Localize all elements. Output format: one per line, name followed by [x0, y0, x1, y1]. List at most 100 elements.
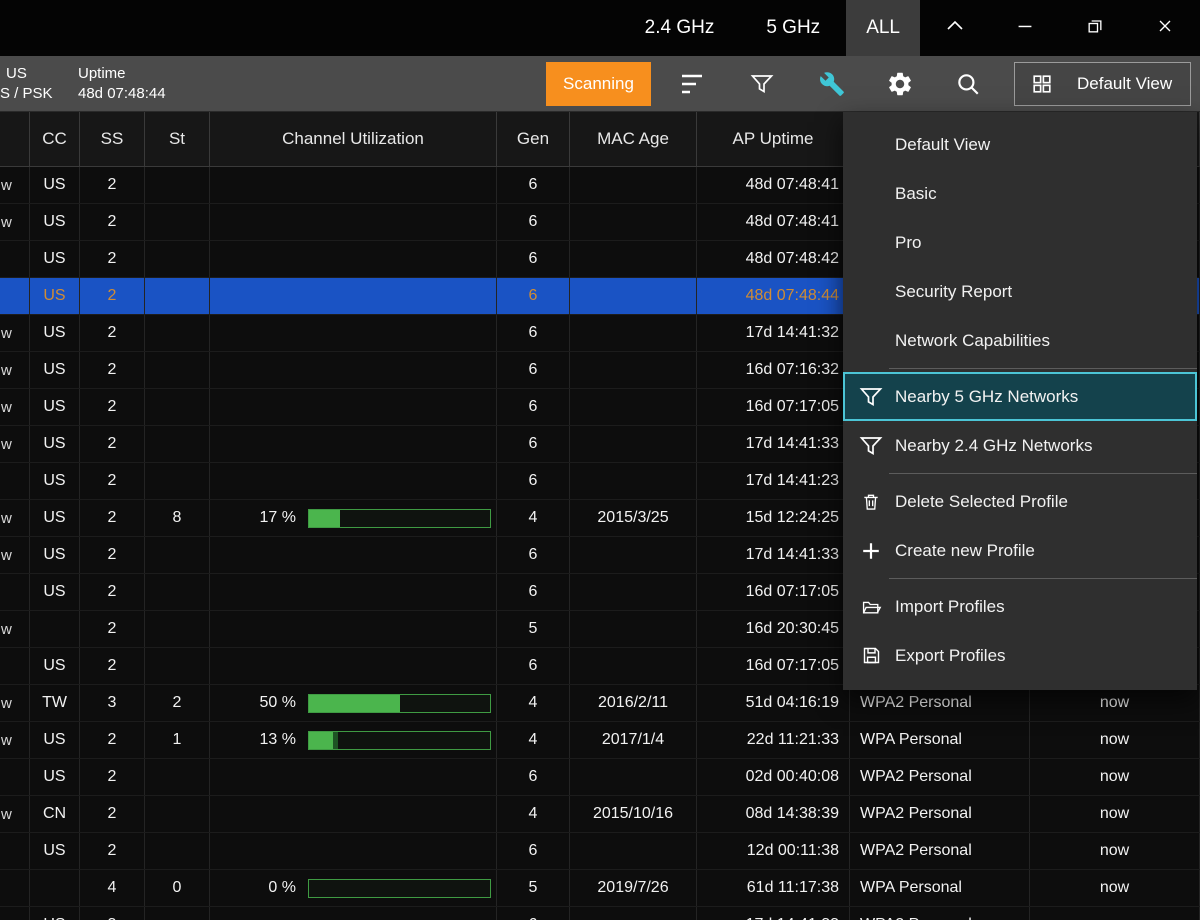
cell-util: 13 % — [210, 722, 497, 758]
cell-util: 0 % — [210, 870, 497, 906]
cell-uptime: 16d 07:16:32 — [697, 352, 850, 388]
table-row[interactable]: wUS2113 %42017/1/422d 11:21:33WPA Person… — [0, 722, 1200, 759]
cell-cc — [30, 870, 80, 906]
chevron-up-icon — [943, 14, 967, 43]
cell-edge — [0, 907, 30, 920]
cell-util — [210, 352, 497, 388]
cell-ss: 2 — [80, 389, 145, 425]
cell-util: 50 % — [210, 685, 497, 721]
menu-item-delete-selected-profile[interactable]: Delete Selected Profile — [843, 477, 1197, 526]
restore-button[interactable] — [1060, 0, 1130, 56]
scanning-button[interactable]: Scanning — [546, 62, 651, 106]
collapse-ribbon-button[interactable] — [920, 0, 990, 56]
cell-ss: 2 — [80, 352, 145, 388]
cell-mac — [570, 537, 697, 573]
column-header-gen[interactable]: Gen — [497, 112, 570, 166]
table-row[interactable]: US2602d 00:40:08WPA2 Personalnow — [0, 759, 1200, 796]
menu-item-nearby-5-ghz-networks[interactable]: Nearby 5 GHz Networks — [843, 372, 1197, 421]
band-5ghz[interactable]: 5 GHz — [740, 0, 846, 56]
cell-edge: w — [0, 167, 30, 203]
folder-icon — [857, 594, 885, 620]
app-window: 2.4 GHz 5 GHz ALL US S / PSK Uptime 48d … — [0, 0, 1200, 920]
cell-st: 0 — [145, 870, 210, 906]
cell-ss: 2 — [80, 648, 145, 684]
minimize-button[interactable] — [990, 0, 1060, 56]
utilization-bar — [308, 731, 491, 750]
column-header-cc[interactable]: CC — [30, 112, 80, 166]
network-info-line1: US — [0, 64, 53, 84]
cell-util — [210, 241, 497, 277]
column-header-ap-uptime[interactable]: AP Uptime — [697, 112, 850, 166]
cell-ss: 2 — [80, 537, 145, 573]
band-2-4ghz[interactable]: 2.4 GHz — [619, 0, 741, 56]
close-button[interactable] — [1130, 0, 1200, 56]
cell-st — [145, 907, 210, 920]
wrench-icon[interactable] — [815, 69, 849, 99]
menu-item-nearby-2-4-ghz-networks[interactable]: Nearby 2.4 GHz Networks — [843, 421, 1197, 470]
band-all[interactable]: ALL — [846, 0, 920, 56]
table-row[interactable]: 400 %52019/7/2661d 11:17:38WPA Personaln… — [0, 870, 1200, 907]
cell-seen: now — [1030, 722, 1200, 758]
filter-icon[interactable] — [745, 69, 779, 99]
cell-util — [210, 648, 497, 684]
utilization-percent: 50 % — [210, 694, 308, 712]
cell-st — [145, 315, 210, 351]
sort-lines-icon[interactable] — [675, 69, 709, 99]
menu-item-create-new-profile[interactable]: Create new Profile — [843, 526, 1197, 575]
table-row[interactable]: wTW3250 %42016/2/1151d 04:16:19WPA2 Pers… — [0, 685, 1200, 722]
menu-item-import-profiles[interactable]: Import Profiles — [843, 582, 1197, 631]
cell-edge: w — [0, 611, 30, 647]
cell-util — [210, 389, 497, 425]
table-row[interactable]: US3617d 14:41:33WPA2 Personalnow — [0, 907, 1200, 920]
cell-edge: w — [0, 315, 30, 351]
network-info-line2: S / PSK — [0, 84, 53, 104]
grid-view-icon — [1028, 71, 1056, 97]
column-header-ss[interactable]: SS — [80, 112, 145, 166]
cell-mac — [570, 315, 697, 351]
column-header-mac-age[interactable]: MAC Age — [570, 112, 697, 166]
menu-separator — [889, 578, 1197, 579]
cell-cc: US — [30, 907, 80, 920]
cell-st — [145, 463, 210, 499]
cell-edge — [0, 759, 30, 795]
cell-ss: 2 — [80, 722, 145, 758]
restore-icon — [1085, 16, 1105, 41]
cell-st — [145, 204, 210, 240]
uptime-value: 48d 07:48:44 — [78, 84, 166, 104]
menu-item-basic[interactable]: Basic — [843, 169, 1197, 218]
cell-edge: w — [0, 685, 30, 721]
menu-item-default-view[interactable]: Default View — [843, 120, 1197, 169]
menu-item-pro[interactable]: Pro — [843, 218, 1197, 267]
menu-item-security-report[interactable]: Security Report — [843, 267, 1197, 316]
cell-uptime: 48d 07:48:41 — [697, 167, 850, 203]
menu-item-network-capabilities[interactable]: Network Capabilities — [843, 316, 1197, 365]
cell-uptime: 08d 14:38:39 — [697, 796, 850, 832]
settings-gear-icon[interactable] — [883, 69, 917, 99]
table-row[interactable]: wCN242015/10/1608d 14:38:39WPA2 Personal… — [0, 796, 1200, 833]
cell-mac — [570, 611, 697, 647]
cell-edge: w — [0, 537, 30, 573]
cell-edge: w — [0, 389, 30, 425]
column-header-channel-utilization[interactable]: Channel Utilization — [210, 112, 497, 166]
cell-mac — [570, 426, 697, 462]
menu-item-label: Nearby 5 GHz Networks — [895, 387, 1078, 407]
default-view-button[interactable]: Default View — [1014, 62, 1191, 106]
cell-gen: 6 — [497, 759, 570, 795]
cell-edge: w — [0, 796, 30, 832]
column-header-st[interactable]: St — [145, 112, 210, 166]
close-icon — [1155, 16, 1175, 41]
cell-ss: 2 — [80, 278, 145, 314]
cell-util — [210, 463, 497, 499]
cell-uptime: 17d 14:41:32 — [697, 315, 850, 351]
cell-security: WPA Personal — [850, 722, 1030, 758]
utilization-bar — [308, 879, 491, 898]
search-icon[interactable] — [951, 69, 985, 99]
cell-mac — [570, 389, 697, 425]
cell-st — [145, 389, 210, 425]
window-controls — [920, 0, 1200, 56]
table-row[interactable]: US2612d 00:11:38WPA2 Personalnow — [0, 833, 1200, 870]
menu-item-export-profiles[interactable]: Export Profiles — [843, 631, 1197, 680]
cell-gen: 6 — [497, 537, 570, 573]
column-header[interactable] — [0, 112, 30, 166]
cell-gen: 4 — [497, 722, 570, 758]
